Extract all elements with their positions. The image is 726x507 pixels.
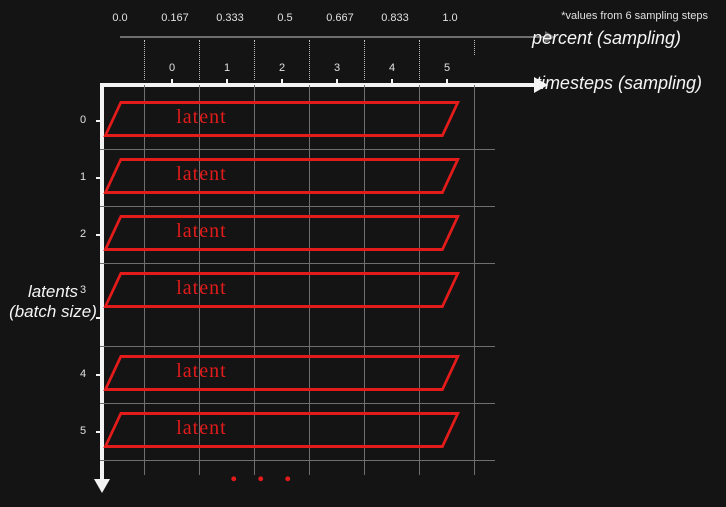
x-tick-mark [336,79,338,87]
dotted-line [309,40,310,80]
latent-label: latent [176,417,226,440]
grid-h [100,263,495,264]
grid-h [100,149,495,150]
x-tick-mark [446,79,448,87]
latent-box-5: latent [103,412,460,448]
latents-tick-0: 0 [80,114,86,126]
latent-box-1: latent [103,158,460,194]
percent-tick-2: 0.333 [216,12,244,24]
latent-box-3: latent [103,272,460,308]
timestep-tick-4: 4 [389,62,395,74]
dotted-line [364,40,365,80]
y-tick-mark [96,431,104,433]
grid-h [100,460,495,461]
plot-area: 0 1 2 3 4 5 latent latent latent latent … [100,85,540,495]
latent-box-0: latent [103,101,460,137]
ellipsis-dots: . . . [230,455,298,489]
percent-tick-5: 0.833 [381,12,409,24]
latent-label: latent [176,106,226,129]
y-tick-mark [96,120,104,122]
timestep-tick-3: 3 [334,62,340,74]
latents-axis-label-line1: latents [28,282,78,301]
y-tick-mark [96,234,104,236]
grid-h [100,346,495,347]
dotted-line [419,40,420,80]
latent-label: latent [176,163,226,186]
percent-axis-line [120,36,545,38]
latent-label: latent [176,220,226,243]
latent-box-4: latent [103,355,460,391]
percent-tick-0: 0.0 [112,12,127,24]
latents-axis-label-line2: (batch size) [9,302,97,321]
grid-v [474,85,475,475]
latent-box-2: latent [103,215,460,251]
percent-axis-label: percent (sampling) [532,28,681,49]
grid-h [100,206,495,207]
dotted-line [254,40,255,80]
timesteps-axis-label: timesteps (sampling) [536,73,702,94]
y-tick-mark [96,374,104,376]
sampling-note: *values from 6 sampling steps [561,10,708,22]
latents-axis-line [100,85,104,480]
latents-tick-1: 1 [80,171,86,183]
timestep-tick-2: 2 [279,62,285,74]
x-tick-mark [171,79,173,87]
x-tick-mark [391,79,393,87]
timestep-tick-5: 5 [444,62,450,74]
dotted-line [474,40,475,55]
percent-tick-1: 0.167 [161,12,189,24]
x-tick-mark [281,79,283,87]
x-tick-mark [226,79,228,87]
percent-tick-6: 1.0 [442,12,457,24]
timestep-tick-1: 1 [224,62,230,74]
grid-h [100,403,495,404]
dotted-line [199,40,200,80]
latents-tick-5: 5 [80,425,86,437]
dotted-line [144,40,145,80]
latents-tick-2: 2 [80,228,86,240]
diagram: *values from 6 sampling steps 0.0 0.167 … [0,0,726,507]
latents-axis-arrow-icon [94,479,110,493]
latent-label: latent [176,277,226,300]
latent-label: latent [176,360,226,383]
y-tick-mark [96,317,104,319]
timestep-tick-0: 0 [169,62,175,74]
latents-tick-3: 3 [80,284,86,296]
percent-tick-4: 0.667 [326,12,354,24]
y-tick-mark [96,177,104,179]
percent-tick-3: 0.5 [277,12,292,24]
latents-tick-4: 4 [80,368,86,380]
